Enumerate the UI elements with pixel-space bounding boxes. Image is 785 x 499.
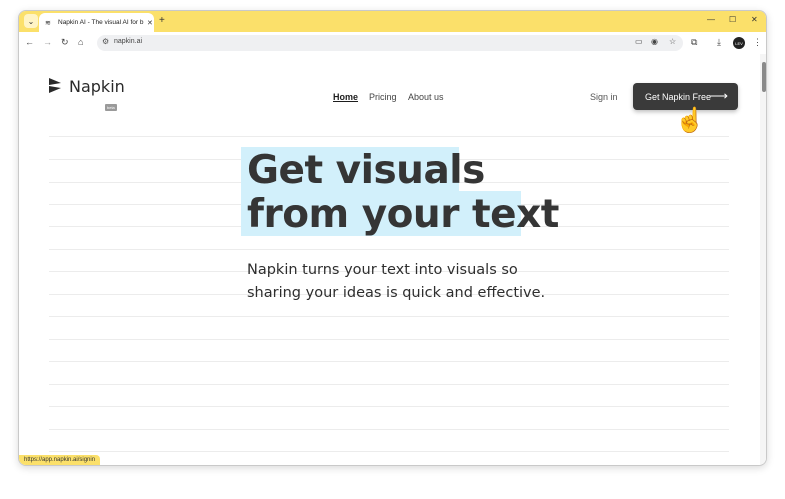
minimize-icon[interactable]: — — [707, 15, 715, 24]
title-bar: ⌄ ≋ Napkin AI - The visual AI for b ✕ + … — [19, 11, 766, 32]
maximize-icon[interactable]: ☐ — [729, 15, 736, 24]
back-icon[interactable]: ← — [25, 37, 34, 47]
address-bar[interactable]: ⚙ napkin.ai ▭ ◉ ☆ — [97, 35, 683, 51]
forward-icon[interactable]: → — [43, 37, 52, 47]
nav-pricing[interactable]: Pricing — [369, 92, 397, 102]
sign-in-link[interactable]: Sign in — [590, 92, 618, 102]
tab-title: Napkin AI - The visual AI for b — [58, 19, 144, 26]
browser-tab[interactable]: ≋ Napkin AI - The visual AI for b ✕ — [39, 13, 154, 32]
cta-label: Get Napkin Free — [645, 91, 712, 102]
downloads-icon[interactable]: ⤓ — [717, 37, 721, 48]
browser-toolbar: ← → ↻ ⌂ ⚙ napkin.ai ▭ ◉ ☆ ⧉ ⤓ ⋮ — [19, 32, 766, 54]
tab-search-button[interactable]: ⌄ — [24, 14, 38, 28]
tracking-eye-icon[interactable]: ◉ — [651, 37, 658, 46]
pointer-hand-cursor-icon: ☝ — [675, 107, 705, 134]
install-app-icon[interactable]: ▭ — [635, 37, 643, 46]
more-menu-icon[interactable]: ⋮ — [753, 37, 762, 48]
page-scrollbar[interactable] — [760, 54, 766, 465]
browser-window: ⌄ ≋ Napkin AI - The visual AI for b ✕ + … — [18, 10, 767, 466]
scrollbar-thumb[interactable] — [762, 62, 766, 92]
hero-headline-line2: from your text — [247, 192, 559, 237]
page-viewport: Napkin beta Home Pricing About us Sign i… — [19, 54, 760, 465]
napkin-logo[interactable]: Napkin — [47, 76, 125, 96]
bookmark-star-icon[interactable]: ☆ — [669, 37, 676, 46]
hero-headline-line1: Get visuals — [247, 148, 485, 193]
site-info-icon[interactable]: ⚙ — [102, 37, 109, 46]
grid-line — [49, 361, 729, 362]
beta-badge: beta — [105, 104, 117, 111]
window-close-icon[interactable]: ✕ — [751, 15, 758, 24]
tab-close-icon[interactable]: ✕ — [147, 19, 153, 27]
grid-line — [49, 451, 729, 452]
new-tab-icon[interactable]: + — [159, 15, 165, 26]
nav-home[interactable]: Home — [333, 92, 358, 102]
logo-text: Napkin — [69, 76, 125, 96]
url-text: napkin.ai — [114, 38, 143, 45]
reload-icon[interactable]: ↻ — [61, 37, 69, 48]
arrow-right-icon: ⟶ — [709, 88, 728, 103]
grid-line — [49, 406, 729, 407]
home-icon[interactable]: ⌂ — [78, 37, 83, 47]
status-bar-url: https://app.napkin.ai/signin — [19, 455, 101, 465]
grid-line — [49, 429, 729, 430]
grid-line — [49, 384, 729, 385]
grid-line — [49, 339, 729, 340]
grid-line — [49, 136, 729, 137]
grid-line — [49, 316, 729, 317]
profile-avatar[interactable]: LEV — [733, 37, 745, 49]
grid-line — [49, 249, 729, 250]
extensions-icon[interactable]: ⧉ — [691, 37, 697, 48]
napkin-favicon-icon: ≋ — [45, 19, 51, 27]
nav-about-us[interactable]: About us — [408, 92, 444, 102]
napkin-logo-icon — [49, 78, 61, 93]
hero-description: Napkin turns your text into visuals so s… — [247, 262, 546, 301]
